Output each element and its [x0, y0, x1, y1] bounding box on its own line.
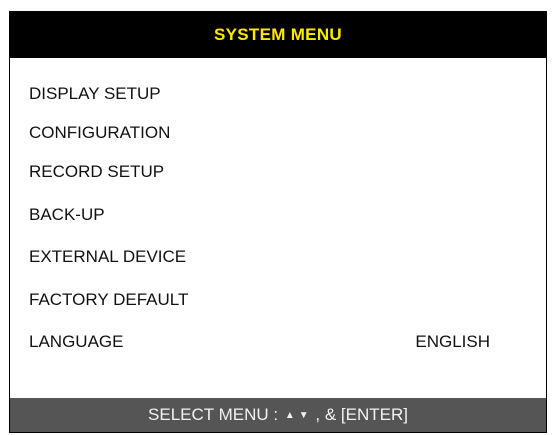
- menu-item-factory-default[interactable]: FACTORY DEFAULT: [29, 290, 188, 310]
- system-menu-window: SYSTEM MENU DISPLAY SETUP CONFIGURATION …: [9, 11, 547, 433]
- menu-title: SYSTEM MENU: [10, 12, 546, 58]
- footer-hint-prefix: SELECT MENU :: [148, 405, 279, 424]
- up-arrow-icon: ▲: [284, 410, 295, 421]
- menu-item-back-up[interactable]: BACK-UP: [29, 205, 105, 225]
- menu-item-record-setup[interactable]: RECORD SETUP: [29, 162, 164, 182]
- down-arrow-icon: ▼: [298, 410, 309, 421]
- menu-item-external-device[interactable]: EXTERNAL DEVICE: [29, 247, 186, 267]
- menu-item-display-setup[interactable]: DISPLAY SETUP: [29, 84, 161, 104]
- menu-item-configuration[interactable]: CONFIGURATION: [29, 123, 170, 143]
- footer-hint-suffix: , & [ENTER]: [315, 405, 408, 424]
- language-value[interactable]: ENGLISH: [415, 332, 490, 352]
- menu-item-language[interactable]: LANGUAGE: [29, 332, 123, 352]
- footer-hint: SELECT MENU : ▲ ▼ , & [ENTER]: [10, 398, 546, 432]
